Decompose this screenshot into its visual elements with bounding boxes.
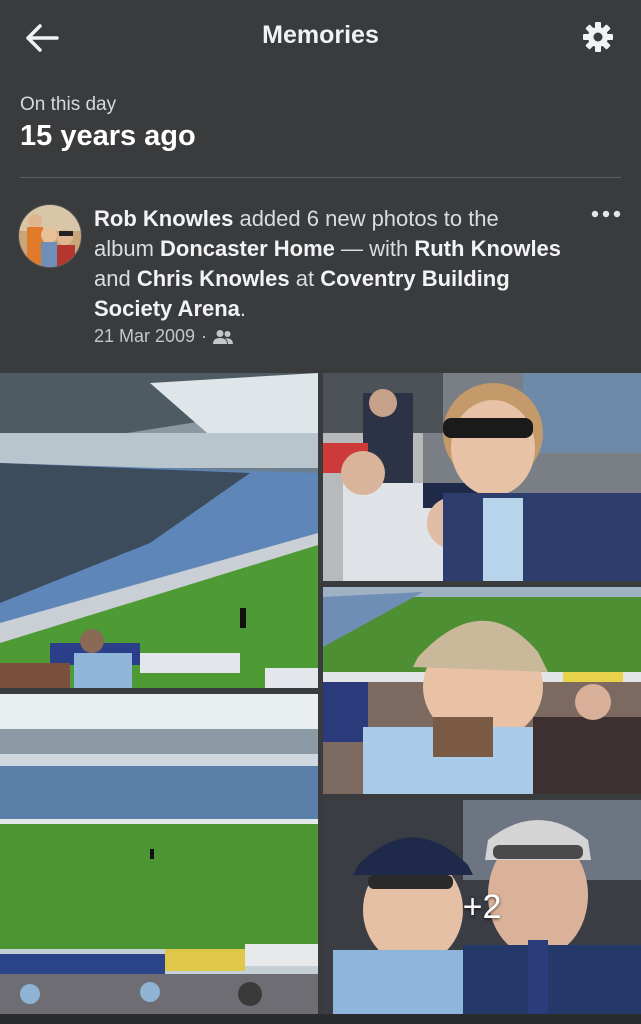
on-this-day-label: On this day	[20, 94, 117, 115]
meta-separator: ·	[201, 326, 208, 346]
more-options-button[interactable]	[589, 204, 623, 224]
post-description: Rob Knowles added 6 new photos to the al…	[94, 204, 564, 324]
photo-man-cap[interactable]	[323, 587, 641, 794]
divider	[20, 177, 621, 178]
post-date[interactable]: 21 Mar 2009	[94, 326, 195, 347]
with-text: — with	[334, 236, 415, 261]
photo-stadium-stands[interactable]	[0, 373, 318, 688]
years-ago-heading: 15 years ago	[20, 120, 196, 152]
post-header: Rob Knowles added 6 new photos to the al…	[0, 190, 641, 370]
and-text: and	[94, 266, 137, 291]
more-photos-count: +2	[462, 887, 502, 926]
post-meta: 21 Mar 2009 ·	[94, 326, 234, 347]
gear-icon	[583, 22, 613, 52]
author-link[interactable]: Rob Knowles	[94, 206, 233, 231]
photo-woman-sunglasses[interactable]	[323, 373, 641, 581]
album-link[interactable]: Doncaster Home	[160, 236, 335, 261]
tagged-person-link[interactable]: Ruth Knowles	[414, 236, 561, 261]
bottom-edge	[0, 1014, 641, 1024]
end-punctuation: .	[239, 296, 247, 321]
photo-stadium-pitch[interactable]	[0, 694, 318, 1014]
page-title: Memories	[262, 21, 379, 49]
avatar[interactable]	[18, 204, 82, 268]
tagged-person-link[interactable]: Chris Knowles	[137, 266, 290, 291]
at-text: at	[289, 266, 321, 291]
top-bar: Memories	[0, 0, 641, 74]
photo-selfie-more[interactable]: +2	[323, 800, 641, 1014]
more-horizontal-icon	[591, 210, 621, 218]
memory-section-heading: On this day 15 years ago	[20, 94, 196, 153]
friends-icon	[213, 329, 234, 344]
settings-button[interactable]	[579, 18, 617, 56]
